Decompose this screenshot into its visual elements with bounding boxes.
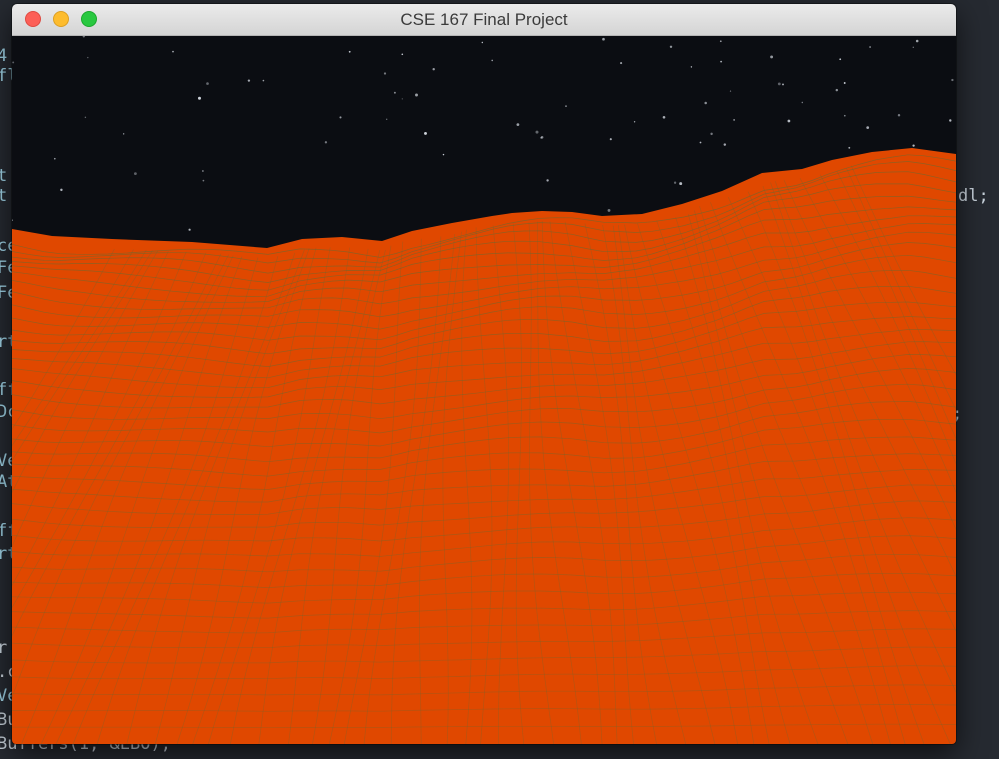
star (848, 146, 851, 149)
star (87, 56, 89, 59)
star (843, 114, 846, 117)
star (383, 72, 387, 75)
star (602, 37, 605, 41)
star (609, 138, 612, 141)
star (733, 119, 735, 121)
star (951, 78, 954, 82)
star (835, 88, 839, 92)
star (415, 93, 418, 97)
star (401, 98, 403, 100)
star (669, 45, 673, 49)
star (123, 133, 125, 135)
star (432, 68, 435, 71)
star (839, 58, 842, 61)
star (949, 119, 952, 122)
star (393, 91, 396, 94)
star (84, 116, 87, 119)
star (198, 96, 201, 100)
star (54, 157, 56, 160)
star (704, 101, 707, 105)
star (206, 82, 209, 85)
star (247, 79, 251, 82)
star (633, 121, 636, 123)
star (491, 59, 493, 62)
star (348, 50, 351, 53)
star (801, 101, 804, 104)
star (720, 60, 722, 63)
star (897, 114, 901, 117)
star (339, 116, 342, 119)
star (770, 55, 774, 59)
star (401, 53, 404, 56)
opengl-viewport[interactable] (12, 36, 956, 744)
star (424, 131, 427, 135)
star (912, 144, 915, 147)
star (607, 208, 611, 212)
star (869, 46, 872, 48)
code-fragment: r (0, 638, 8, 658)
code-fragment: t (0, 186, 8, 206)
star (516, 123, 520, 126)
star (915, 39, 919, 43)
star (729, 90, 732, 92)
star (134, 172, 137, 176)
star (866, 126, 870, 129)
star (777, 82, 781, 86)
star (699, 141, 702, 144)
star (324, 141, 328, 144)
star (912, 46, 914, 48)
code-fragment: dl; (958, 186, 989, 206)
star (386, 118, 388, 120)
star (690, 66, 693, 68)
terrain-scene (12, 36, 956, 744)
star (679, 182, 683, 186)
star (540, 136, 544, 139)
star (535, 130, 539, 134)
star (787, 119, 791, 123)
star (710, 132, 713, 136)
app-window: CSE 167 Final Project (12, 4, 956, 744)
star (481, 41, 483, 44)
star (662, 115, 666, 119)
star (262, 79, 265, 82)
star (723, 143, 727, 146)
star (673, 181, 677, 184)
star (565, 105, 567, 107)
star (188, 228, 191, 231)
star (12, 61, 15, 64)
star (843, 82, 846, 84)
window-titlebar[interactable]: CSE 167 Final Project (12, 4, 956, 36)
star (442, 153, 445, 156)
star (782, 83, 784, 86)
star (719, 40, 722, 43)
star (60, 188, 63, 192)
code-fragment: t (0, 166, 8, 186)
code-fragment: 4 (0, 46, 8, 66)
star (172, 50, 174, 53)
star (546, 179, 549, 182)
window-title: CSE 167 Final Project (400, 10, 568, 29)
star (620, 62, 623, 65)
star (202, 170, 204, 172)
star (202, 179, 205, 182)
